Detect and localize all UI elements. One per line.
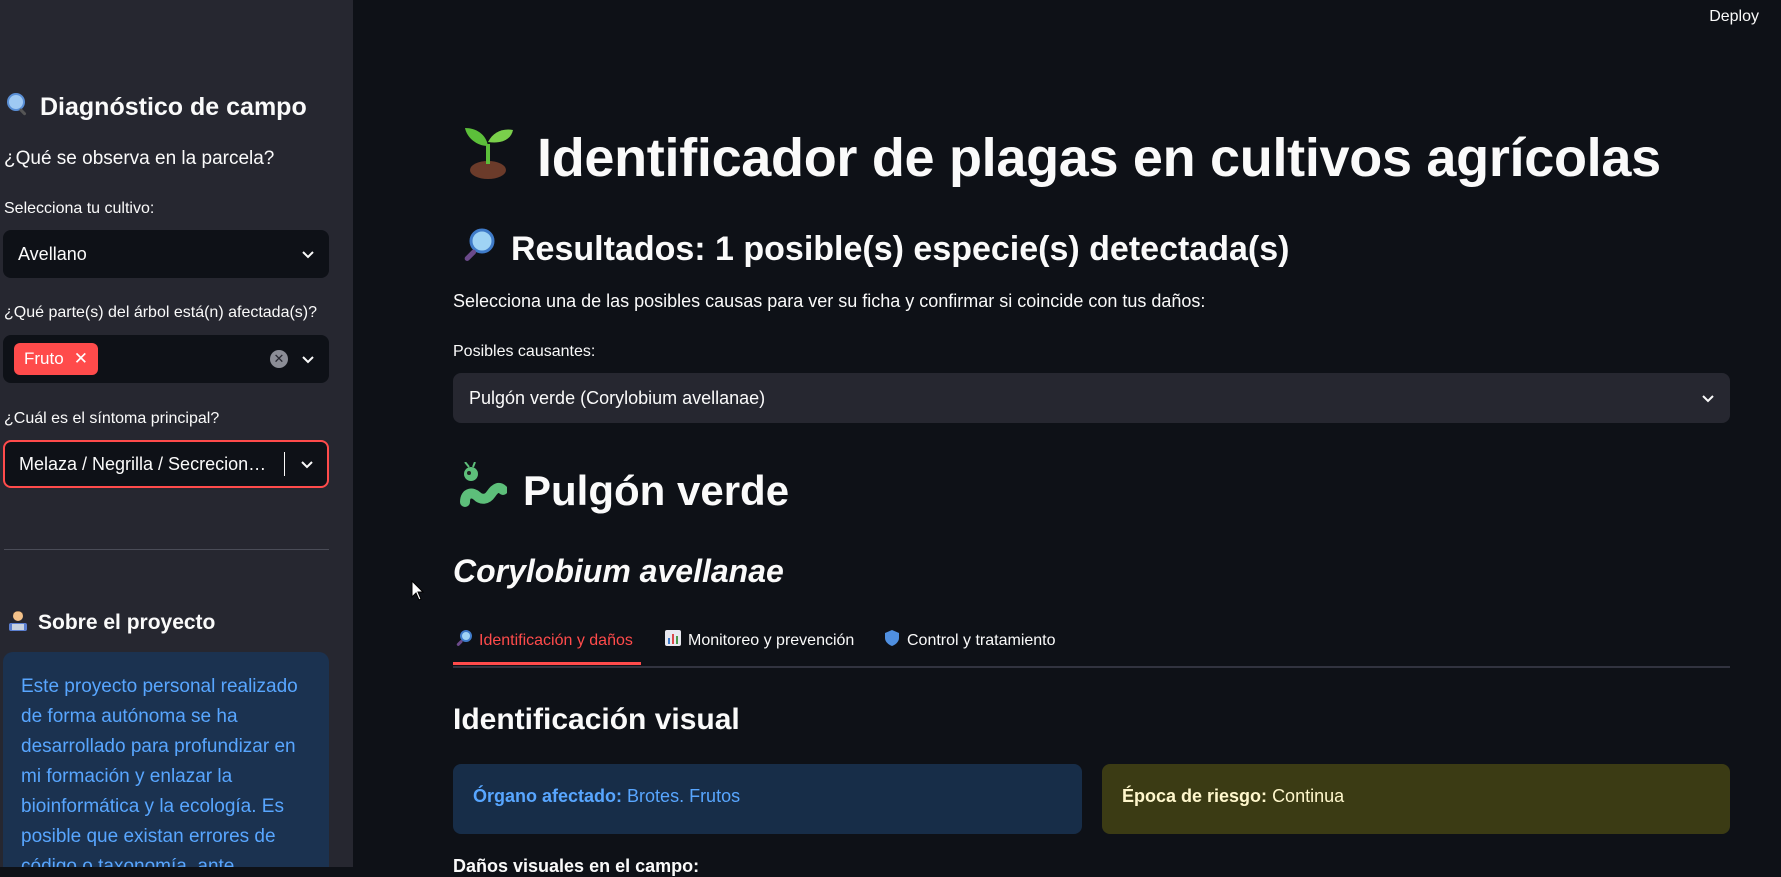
sidebar-title: Diagnóstico de campo [6, 92, 307, 123]
organ-label: Órgano afectado: [473, 786, 623, 806]
instruction-text: Selecciona una de las posibles causas pa… [453, 291, 1206, 311]
chevron-down-icon [301, 458, 313, 470]
sidebar: Diagnóstico de campo ¿Qué se observa en … [0, 0, 353, 867]
magnifier-icon [459, 225, 499, 274]
bar-chart-icon [664, 629, 682, 652]
deploy-button[interactable]: Deploy [1709, 8, 1759, 26]
crop-select-value: Avellano [18, 243, 87, 264]
symptom-label: ¿Cuál es el síntoma principal? [4, 410, 220, 427]
parts-chip[interactable]: Fruto ✕ [14, 343, 98, 375]
tab-monitoreo[interactable]: Monitoreo y prevención [664, 629, 854, 664]
chevron-down-icon [302, 248, 314, 260]
organ-info-box: Órgano afectado: Brotes. Frutos [453, 764, 1082, 834]
seedling-icon [459, 122, 517, 193]
causes-select[interactable]: Pulgón verde (Corylobium avellanae) [453, 373, 1730, 423]
tab-bar: Identificación y daños Monitoreo y preve… [453, 625, 1730, 668]
risk-value: Continua [1272, 786, 1345, 806]
tab-identificacion[interactable]: Identificación y daños [455, 629, 633, 664]
tab-control[interactable]: Control y tratamiento [883, 629, 1056, 664]
magnifier-icon [6, 92, 30, 123]
symptom-select[interactable]: Melaza / Negrilla / Secrecion… [3, 440, 329, 488]
risk-label: Época de riesgo: [1122, 786, 1268, 806]
risk-warning-box: Época de riesgo: Continua [1102, 764, 1730, 834]
bug-icon [459, 461, 508, 520]
text-caret [284, 452, 285, 476]
chip-close-icon[interactable]: ✕ [74, 349, 88, 369]
section-title: Identificación visual [453, 703, 740, 736]
clear-icon[interactable]: ✕ [270, 350, 288, 368]
causes-select-value: Pulgón verde (Corylobium avellanae) [469, 387, 766, 408]
crop-label: Selecciona tu cultivo: [4, 200, 155, 217]
pest-heading: Pulgón verde [459, 461, 789, 520]
technologist-icon [6, 608, 30, 638]
parts-label: ¿Qué parte(s) del árbol está(n) afectada… [4, 304, 318, 321]
scientific-name: Corylobium avellanae [453, 553, 784, 589]
chevron-down-icon [1702, 392, 1714, 404]
chevron-down-icon [302, 353, 314, 365]
magnifier-icon [455, 629, 473, 652]
active-tab-indicator [453, 662, 641, 665]
causes-label: Posibles causantes: [453, 343, 596, 360]
parts-multiselect[interactable]: Fruto ✕ ✕ [3, 335, 329, 383]
about-title: Sobre el proyecto [6, 608, 215, 638]
mouse-cursor-icon [411, 579, 425, 607]
shield-icon [883, 629, 901, 652]
crop-select[interactable]: Avellano [3, 230, 329, 278]
page-title: Identificador de plagas en cultivos agrí… [459, 122, 1661, 193]
sidebar-divider [4, 549, 329, 550]
symptom-select-value: Melaza / Negrilla / Secrecion… [19, 453, 267, 474]
sidebar-question: ¿Qué se observa en la parcela? [4, 148, 275, 169]
about-info-box: Este proyecto personal realizado de form… [3, 652, 329, 867]
results-title: Resultados: 1 posible(s) especie(s) dete… [459, 225, 1289, 274]
organ-value: Brotes. Frutos [627, 786, 741, 806]
